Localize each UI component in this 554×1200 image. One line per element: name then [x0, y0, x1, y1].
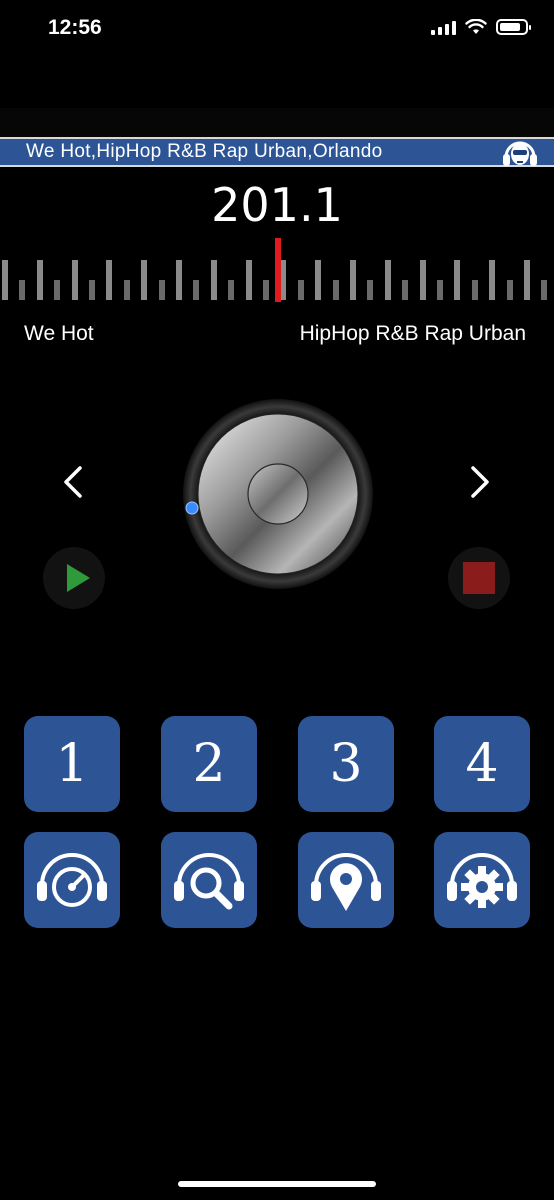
- knob-indicator: [185, 501, 199, 515]
- search-headphones-icon: [174, 853, 244, 910]
- preset-4-button[interactable]: 4: [434, 716, 530, 812]
- location-button[interactable]: [298, 832, 394, 928]
- tuner-tick: [419, 260, 426, 300]
- tuner-tick: [315, 260, 322, 300]
- tuner-tick: [106, 260, 113, 300]
- tuner-tick: [71, 260, 78, 300]
- tuning-knob[interactable]: [182, 398, 374, 590]
- tuner-tick: [437, 280, 443, 300]
- search-button[interactable]: [161, 832, 257, 928]
- tuner-tick: [454, 260, 461, 300]
- tuner-tick: [176, 260, 182, 300]
- tuner-tick: [36, 260, 43, 300]
- tuner-tick: [228, 280, 235, 300]
- wifi-icon: [465, 19, 487, 34]
- tuner-tick: [524, 260, 530, 300]
- tuner-tick: [384, 260, 391, 300]
- headphones-app-icon[interactable]: [498, 137, 542, 169]
- preset-1-label: 1: [55, 734, 89, 794]
- tuner-tick: [332, 280, 339, 300]
- status-bar: 12:56: [0, 0, 554, 62]
- chevron-right-icon[interactable]: [459, 462, 499, 502]
- home-indicator[interactable]: [178, 1181, 376, 1187]
- settings-button[interactable]: [434, 832, 530, 928]
- preset-2-button[interactable]: 2: [161, 716, 257, 812]
- battery-level: [500, 23, 520, 31]
- preset-3-button[interactable]: 3: [298, 716, 394, 812]
- tuner-tick: [141, 260, 148, 300]
- tuner-tick: [402, 280, 409, 300]
- stop-icon: [463, 562, 495, 594]
- station-title-bar: We Hot,HipHop R&B Rap Urban,Orlando: [0, 137, 554, 167]
- gear-headphones-icon: [447, 853, 517, 908]
- tuner-tick: [471, 280, 478, 300]
- tuner-tick: [263, 280, 269, 300]
- tuner-tick: [89, 280, 95, 300]
- tuner-tick: [210, 260, 217, 300]
- tuner-tick: [245, 260, 252, 300]
- tuner-tick: [123, 280, 130, 300]
- tuner-tick: [280, 260, 287, 300]
- tuner-tick: [297, 280, 304, 300]
- station-name-label: We Hot: [24, 322, 94, 345]
- tuner-tick: [54, 280, 61, 300]
- tuner-tick: [158, 280, 165, 300]
- chevron-left-icon[interactable]: [54, 462, 94, 502]
- stop-button[interactable]: [448, 547, 510, 609]
- station-genre-label: HipHop R&B Rap Urban: [299, 322, 526, 345]
- status-icons: [431, 19, 531, 35]
- preset-1-button[interactable]: 1: [24, 716, 120, 812]
- preset-4-label: 4: [465, 734, 499, 794]
- signal-icon: [431, 19, 456, 35]
- location-headphones-icon: [311, 853, 381, 911]
- tuner-tick: [19, 280, 26, 300]
- dashboard-button[interactable]: [24, 832, 120, 928]
- header-band: [0, 108, 554, 138]
- tuner-needle[interactable]: [275, 238, 281, 302]
- tuner-tick: [367, 280, 374, 300]
- tuner-tick: [193, 280, 200, 300]
- tuner-scale[interactable]: [0, 238, 554, 302]
- frequency-display: 201.1: [211, 178, 343, 232]
- tuner-tick: [2, 260, 8, 300]
- tuner-tick: [489, 260, 496, 300]
- preset-2-label: 2: [192, 734, 226, 794]
- play-button[interactable]: [43, 547, 105, 609]
- station-title: We Hot,HipHop R&B Rap Urban,Orlando: [26, 141, 383, 162]
- preset-3-label: 3: [329, 734, 363, 794]
- status-time: 12:56: [48, 16, 102, 39]
- speedometer-headphones-icon: [37, 853, 107, 907]
- tuner-tick: [350, 260, 356, 300]
- tuner-tick: [541, 280, 548, 300]
- battery-icon: [496, 19, 531, 35]
- play-icon: [67, 564, 90, 592]
- tuner-tick: [506, 280, 513, 300]
